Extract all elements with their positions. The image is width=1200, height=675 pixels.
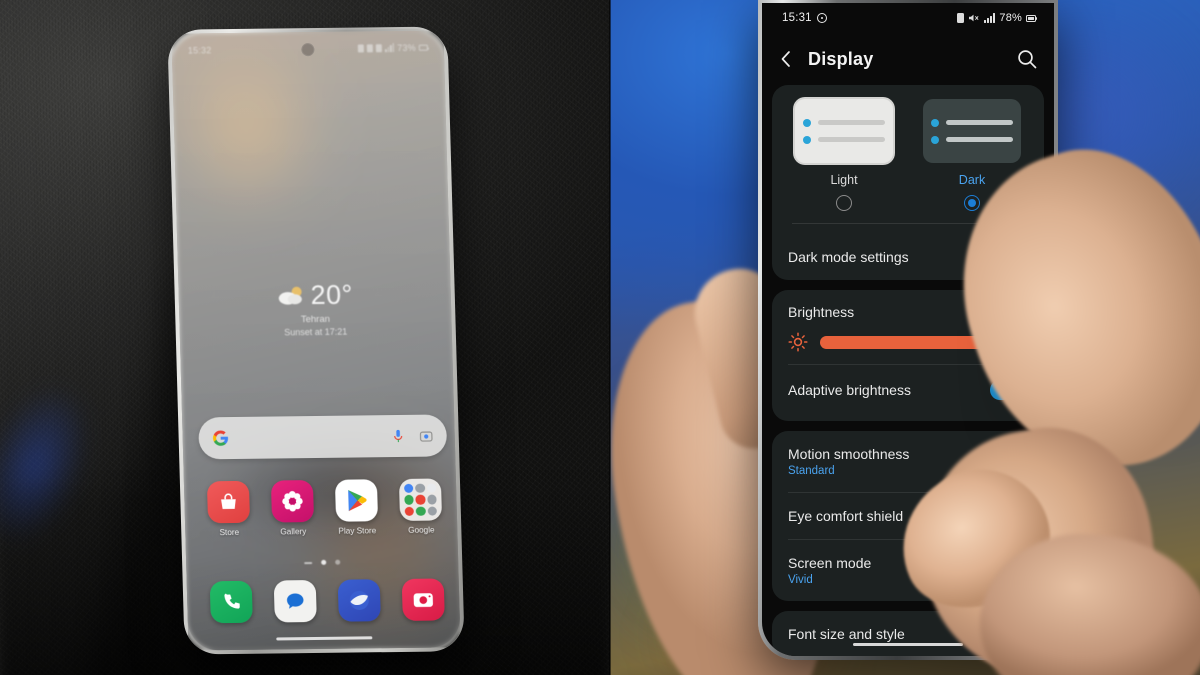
left-phone-screen[interactable]: 15:32 73% 20° Tehran Sunset at 17:21 Sto… — [171, 30, 461, 651]
search-input-area[interactable] — [229, 436, 393, 438]
google-search-bar[interactable] — [198, 414, 448, 460]
dark-preview-icon — [923, 99, 1021, 163]
weather-widget[interactable]: 20° Tehran Sunset at 17:21 — [178, 278, 452, 338]
light-preview-icon — [795, 99, 893, 163]
theme-option-light[interactable]: Light — [788, 99, 900, 211]
battery-icon — [418, 44, 428, 51]
app-label: Google — [408, 525, 435, 535]
display-app-bar: Display — [762, 33, 1054, 85]
partly-cloudy-icon — [278, 286, 302, 305]
camera-icon[interactable] — [401, 578, 445, 621]
left-panel-phone-on-seat: 15:32 73% 20° Tehran Sunset at 17:21 Sto… — [0, 0, 610, 675]
app-gallery[interactable]: Gallery — [260, 480, 326, 537]
page-dot — [335, 559, 341, 565]
left-phone-device: 15:32 73% 20° Tehran Sunset at 17:21 Sto… — [167, 26, 465, 655]
row-value: Vivid — [788, 574, 813, 586]
row-title: Font size and style — [788, 626, 905, 642]
radio-dark[interactable] — [964, 195, 980, 211]
phone-icon[interactable] — [209, 580, 253, 624]
gallery-flower-icon — [270, 480, 315, 523]
home-dock — [199, 578, 456, 624]
galaxy-store-icon — [206, 480, 251, 524]
page-indicator-bar — [304, 561, 313, 564]
row-title: Motion smoothness — [788, 446, 910, 462]
row-title: Screen mode — [788, 555, 872, 571]
messages-icon[interactable] — [273, 579, 317, 623]
left-battery-percent: 73% — [397, 42, 417, 54]
home-apps-grid: Store Gallery Play Store Google — [196, 478, 454, 537]
page-dot-active — [321, 559, 327, 565]
row-title: Dark mode settings — [788, 249, 909, 265]
google-lens-icon[interactable] — [419, 429, 433, 442]
back-chevron-icon[interactable] — [776, 49, 796, 69]
signal-icon — [983, 13, 996, 23]
page-title: Display — [808, 48, 874, 69]
weather-temperature: 20° — [310, 279, 354, 311]
play-store-icon — [334, 479, 379, 522]
theme-label: Light — [830, 173, 858, 187]
google-g-icon — [213, 430, 229, 446]
signal-icon — [384, 43, 395, 53]
samsung-internet-icon[interactable] — [337, 579, 381, 622]
app-google-folder[interactable]: Google — [388, 478, 454, 535]
right-panel-hand-holding-phone: 15:31 78% Display Light Dark Dark mode s… — [610, 0, 1200, 675]
left-status-icons: 73% — [357, 42, 428, 54]
right-gesture-bar[interactable] — [853, 642, 963, 646]
right-status-left: 15:31 — [782, 12, 827, 24]
mute-icon — [366, 44, 373, 53]
right-status-time: 15:31 — [782, 12, 812, 24]
theme-label: Dark — [958, 173, 986, 187]
battery-icon — [1026, 14, 1038, 22]
wifi-icon — [375, 44, 382, 53]
weather-main-row: 20° — [178, 278, 451, 312]
app-store[interactable]: Store — [196, 480, 262, 538]
radio-light[interactable] — [836, 195, 852, 211]
mute-icon — [968, 14, 979, 22]
app-label: Play Store — [338, 526, 377, 536]
row-title: Eye comfort shield — [788, 508, 904, 524]
right-status-bar: 15:31 78% — [762, 3, 1054, 33]
left-status-time: 15:32 — [187, 45, 212, 56]
right-status-icons: 78% — [956, 12, 1038, 24]
right-battery-percent: 78% — [999, 12, 1022, 24]
sim-icon — [357, 44, 364, 53]
app-label: Store — [219, 527, 240, 538]
microphone-icon[interactable] — [393, 429, 404, 443]
left-status-bar: 15:32 73% — [172, 36, 445, 61]
app-label: Gallery — [280, 527, 307, 537]
panel-divider — [609, 0, 611, 675]
row-value: Standard — [788, 465, 835, 477]
sim-lock-icon — [956, 13, 964, 23]
screenshot-root: 15:32 73% 20° Tehran Sunset at 17:21 Sto… — [0, 0, 1200, 675]
alarm-icon — [816, 13, 827, 23]
search-trailing-icons — [393, 429, 433, 443]
row-title: Adaptive brightness — [788, 382, 911, 398]
search-icon[interactable] — [1016, 48, 1038, 70]
google-folder-icon — [398, 478, 443, 521]
brightness-sun-icon — [788, 332, 808, 352]
weather-city: Tehran — [300, 313, 331, 326]
app-play-store[interactable]: Play Store — [324, 479, 390, 536]
wallpaper-blur-overlay — [171, 30, 461, 651]
